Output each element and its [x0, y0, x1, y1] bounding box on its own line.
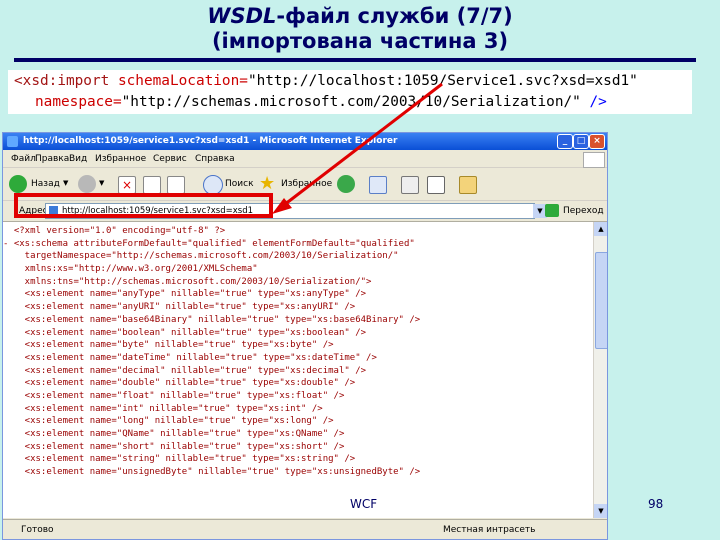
pointer-arrow	[272, 82, 443, 214]
footer-wcf: WCF	[350, 497, 378, 511]
arrow-line	[283, 82, 443, 207]
page-number: 98	[648, 497, 664, 511]
